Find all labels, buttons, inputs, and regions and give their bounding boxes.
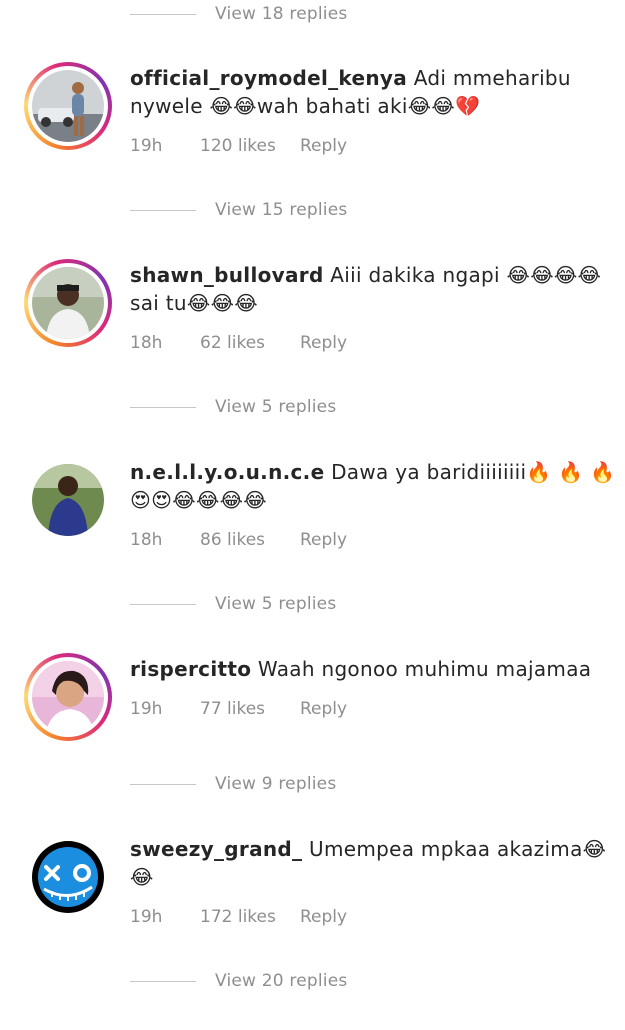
avatar[interactable]: [24, 833, 112, 921]
reply-button[interactable]: Reply: [300, 699, 347, 719]
comment-username[interactable]: official_roymodel_kenya: [130, 66, 407, 90]
reply-button[interactable]: Reply: [300, 907, 347, 927]
likes-count-button[interactable]: 172 likes: [200, 907, 300, 927]
profile-photo-icon: [32, 267, 104, 339]
comment-meta: 19h 77 likes Reply: [130, 699, 347, 719]
view-replies-label: View 18 replies: [215, 4, 348, 24]
view-replies-button[interactable]: View 20 replies: [130, 969, 347, 993]
divider-line: [130, 209, 196, 211]
profile-graphic-icon: [32, 841, 104, 913]
divider-line: [130, 783, 196, 785]
comment-username[interactable]: n.e.l.l.y.o.u.n.c.e: [130, 460, 324, 484]
comment-username[interactable]: shawn_bullovard: [130, 263, 324, 287]
comment-meta: 19h 172 likes Reply: [130, 907, 347, 927]
view-replies-label: View 5 replies: [215, 594, 337, 614]
comment-body: rispercitto Waah ngonoo muhimu majamaa: [130, 655, 622, 683]
divider-line: [130, 980, 196, 982]
comment-time: 19h: [130, 699, 163, 719]
comment-body: official_roymodel_kenya Adi mmeharibu ny…: [130, 64, 622, 120]
comment-text: Waah ngonoo muhimu majamaa: [257, 657, 592, 681]
profile-photo-icon: [32, 661, 104, 733]
divider-line: [130, 603, 196, 605]
view-replies-button[interactable]: View 5 replies: [130, 592, 336, 616]
avatar[interactable]: [24, 456, 112, 544]
comment-body: sweezy_grand_ Umempea mpkaa akazima😂😂: [130, 835, 622, 891]
comment-meta: 18h 62 likes Reply: [130, 333, 347, 353]
view-replies-label: View 20 replies: [215, 971, 348, 991]
comment-username[interactable]: sweezy_grand_: [130, 837, 302, 861]
comment-time: 18h: [130, 530, 163, 550]
profile-photo-icon: [32, 464, 104, 536]
avatar[interactable]: [24, 259, 112, 347]
reply-button[interactable]: Reply: [300, 333, 347, 353]
comment-meta: 19h 120 likes Reply: [130, 136, 347, 156]
likes-count-button[interactable]: 77 likes: [200, 699, 300, 719]
reply-button[interactable]: Reply: [300, 136, 347, 156]
view-replies-button[interactable]: View 9 replies: [130, 772, 336, 796]
view-replies-button[interactable]: View 5 replies: [130, 395, 336, 419]
avatar[interactable]: [24, 62, 112, 150]
comment-time: 19h: [130, 136, 163, 156]
likes-count-button[interactable]: 86 likes: [200, 530, 300, 550]
comment-time: 19h: [130, 907, 163, 927]
divider-line: [130, 13, 196, 15]
view-replies-button[interactable]: View 18 replies: [130, 2, 347, 26]
profile-photo-icon: [32, 70, 104, 142]
view-replies-label: View 15 replies: [215, 200, 348, 220]
likes-count-button[interactable]: 120 likes: [200, 136, 300, 156]
view-replies-label: View 5 replies: [215, 397, 337, 417]
reply-button[interactable]: Reply: [300, 530, 347, 550]
view-replies-label: View 9 replies: [215, 774, 337, 794]
likes-count-button[interactable]: 62 likes: [200, 333, 300, 353]
divider-line: [130, 406, 196, 408]
comment-time: 18h: [130, 333, 163, 353]
comment-meta: 18h 86 likes Reply: [130, 530, 347, 550]
comment-body: n.e.l.l.y.o.u.n.c.e Dawa ya baridiiiiiii…: [130, 458, 622, 514]
view-replies-button[interactable]: View 15 replies: [130, 198, 347, 222]
comment-username[interactable]: rispercitto: [130, 657, 251, 681]
comment-body: shawn_bullovard Aiii dakika ngapi 😂😂😂😂 s…: [130, 261, 622, 317]
avatar[interactable]: [24, 653, 112, 741]
